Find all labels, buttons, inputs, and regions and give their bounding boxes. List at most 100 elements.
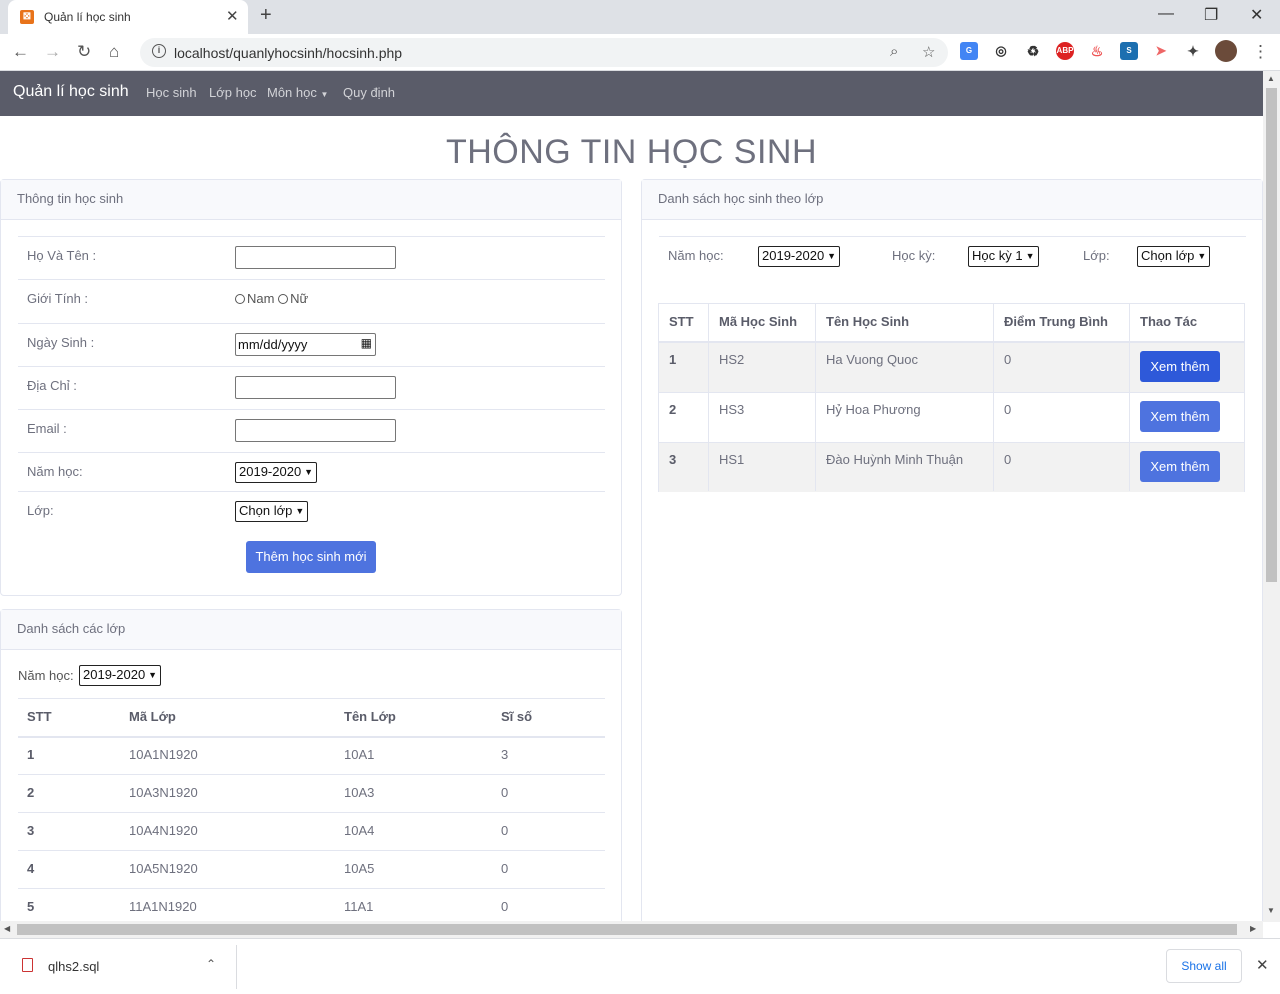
- scroll-left-icon[interactable]: ◀: [4, 924, 10, 933]
- email-input[interactable]: [235, 419, 396, 442]
- address-input[interactable]: [235, 376, 396, 399]
- view-more-button[interactable]: Xem thêm: [1140, 401, 1220, 432]
- nav-quy-dinh[interactable]: Quy định: [343, 85, 395, 100]
- col-header-ma-hs: Mã Học Sinh: [719, 314, 798, 329]
- nav-lop-hoc[interactable]: Lớp học: [209, 85, 257, 100]
- back-icon[interactable]: ←: [12, 42, 29, 62]
- chevron-down-icon: ▼: [295, 506, 305, 516]
- divider: [18, 888, 605, 889]
- dob-input[interactable]: mm/dd/yyyy ▦: [235, 333, 376, 356]
- student-row-stt: 2: [669, 402, 677, 417]
- student-row-code: HS2: [719, 352, 745, 367]
- google-translate-icon[interactable]: G: [960, 42, 978, 60]
- puzzle-icon[interactable]: ✦: [1184, 42, 1202, 60]
- sl-class-select[interactable]: Chọn lớp ▼: [1137, 246, 1211, 267]
- radio-female[interactable]: [278, 294, 289, 304]
- fire-icon[interactable]: ♨: [1088, 42, 1106, 60]
- info-icon[interactable]: i: [152, 44, 166, 58]
- scroll-up-icon[interactable]: ▲: [1267, 74, 1275, 83]
- horizontal-scroll-thumb[interactable]: [17, 924, 1237, 935]
- name-input[interactable]: [235, 246, 396, 269]
- scroll-down-icon[interactable]: ▼: [1267, 906, 1275, 915]
- file-icon: [22, 958, 33, 972]
- bookmark-star-icon[interactable]: ☆: [922, 43, 935, 61]
- student-row-name: Ha Vuong Quoc: [826, 352, 919, 367]
- class-row-size: 3: [501, 747, 509, 762]
- nav-mon-hoc[interactable]: Môn học ▼: [267, 85, 328, 100]
- sl-term-label: Học kỳ:: [892, 248, 936, 263]
- menu-dots-icon[interactable]: ⋮: [1252, 42, 1269, 62]
- calendar-icon[interactable]: ▦: [361, 336, 372, 350]
- sl-term-select[interactable]: Học kỳ 1 ▼: [968, 246, 1039, 267]
- view-more-button[interactable]: Xem thêm: [1140, 351, 1220, 382]
- nav-hoc-sinh[interactable]: Học sinh: [146, 85, 197, 100]
- chevron-down-icon: ▼: [827, 251, 837, 261]
- chevron-up-icon[interactable]: ⌃: [206, 957, 216, 971]
- col-divider: [993, 304, 994, 491]
- restore-icon[interactable]: ❐: [1204, 5, 1218, 25]
- divider: [18, 236, 605, 237]
- chevron-down-icon: ▼: [1025, 251, 1035, 261]
- class-row-name: 10A1: [344, 747, 375, 762]
- class-row-code: 10A5N1920: [129, 861, 198, 876]
- class-row-stt: 3: [27, 823, 35, 838]
- gender-radio-group: Nam Nữ: [235, 291, 308, 306]
- minimize-icon[interactable]: —: [1158, 5, 1174, 23]
- col-header-stt: STT: [27, 709, 52, 724]
- add-student-button[interactable]: Thêm học sinh mới: [246, 541, 376, 573]
- class-row-stt: 2: [27, 785, 35, 800]
- vertical-scrollbar[interactable]: ▲ ▼: [1263, 71, 1280, 922]
- eye-slash-icon[interactable]: ◎: [992, 42, 1010, 60]
- class-row-name: 11A1: [344, 899, 374, 914]
- view-more-button[interactable]: Xem thêm: [1140, 451, 1220, 482]
- sl-year-select[interactable]: 2019-2020 ▼: [758, 246, 841, 267]
- class-select[interactable]: Chọn lớp ▼: [235, 501, 309, 522]
- sl-term-select-value: Học kỳ 1: [972, 248, 1023, 263]
- home-icon[interactable]: ⌂: [109, 42, 119, 62]
- close-downloads-icon[interactable]: ✕: [1256, 956, 1269, 974]
- tab-close-icon[interactable]: ✕: [226, 7, 239, 25]
- col-header-si-so: Sĩ số: [501, 709, 533, 724]
- new-tab-icon[interactable]: +: [260, 4, 272, 27]
- scroll-right-icon[interactable]: ▶: [1250, 924, 1256, 933]
- download-filename[interactable]: qlhs2.sql: [48, 959, 99, 974]
- gender-label: Giới Tính :: [27, 291, 89, 306]
- forward-icon[interactable]: →: [44, 42, 61, 62]
- address-bar[interactable]: i localhost/quanlyhocsinh/hocsinh.php ⌕ …: [140, 38, 948, 67]
- window-close-icon[interactable]: ✕: [1250, 5, 1263, 25]
- divider: [18, 366, 605, 367]
- divider: [18, 452, 605, 453]
- chevron-down-icon: ▼: [148, 670, 158, 680]
- radio-male[interactable]: [235, 294, 245, 304]
- zoom-icon[interactable]: ⌕: [890, 43, 898, 60]
- adblock-icon[interactable]: ABP: [1056, 42, 1074, 60]
- student-row-avg: 0: [1004, 352, 1012, 367]
- year-select[interactable]: 2019-2020 ▼: [235, 462, 318, 483]
- card-header: Danh sách các lớp: [1, 610, 621, 650]
- sl-class-label: Lớp:: [1083, 248, 1110, 263]
- reload-icon[interactable]: ↻: [77, 42, 91, 62]
- arrow-extension-icon[interactable]: ➤: [1152, 42, 1170, 60]
- horizontal-scrollbar[interactable]: ◀ ▶: [0, 921, 1263, 938]
- recycle-icon[interactable]: ♻: [1024, 42, 1042, 60]
- chevron-down-icon: ▼: [1197, 251, 1207, 261]
- browser-tab[interactable]: ⊠ Quản lí học sinh ✕: [8, 0, 248, 34]
- divider: [236, 945, 237, 989]
- divider: [659, 392, 1244, 393]
- student-row-name: Đào Huỳnh Minh Thuận: [826, 452, 964, 467]
- show-all-button[interactable]: Show all: [1166, 949, 1242, 983]
- class-label: Lớp:: [27, 503, 54, 518]
- url-text[interactable]: localhost/quanlyhocsinh/hocsinh.php: [174, 45, 402, 61]
- dob-placeholder: mm/dd/yyyy: [238, 337, 308, 352]
- class-row-code: 10A4N1920: [129, 823, 198, 838]
- scanner-icon[interactable]: S: [1120, 42, 1138, 60]
- class-year-select[interactable]: 2019-2020 ▼: [79, 665, 162, 686]
- tab-title: Quản lí học sinh: [44, 10, 131, 24]
- xampp-favicon-icon: ⊠: [20, 10, 34, 24]
- divider: [18, 323, 605, 324]
- col-header-ten-hs: Tên Học Sinh: [826, 314, 910, 329]
- profile-avatar[interactable]: [1215, 40, 1237, 62]
- navbar-brand[interactable]: Quản lí học sinh: [13, 83, 129, 101]
- student-form-card: Thông tin học sinh Họ Và Tên : Giới Tính…: [0, 179, 622, 596]
- vertical-scroll-thumb[interactable]: [1266, 88, 1277, 582]
